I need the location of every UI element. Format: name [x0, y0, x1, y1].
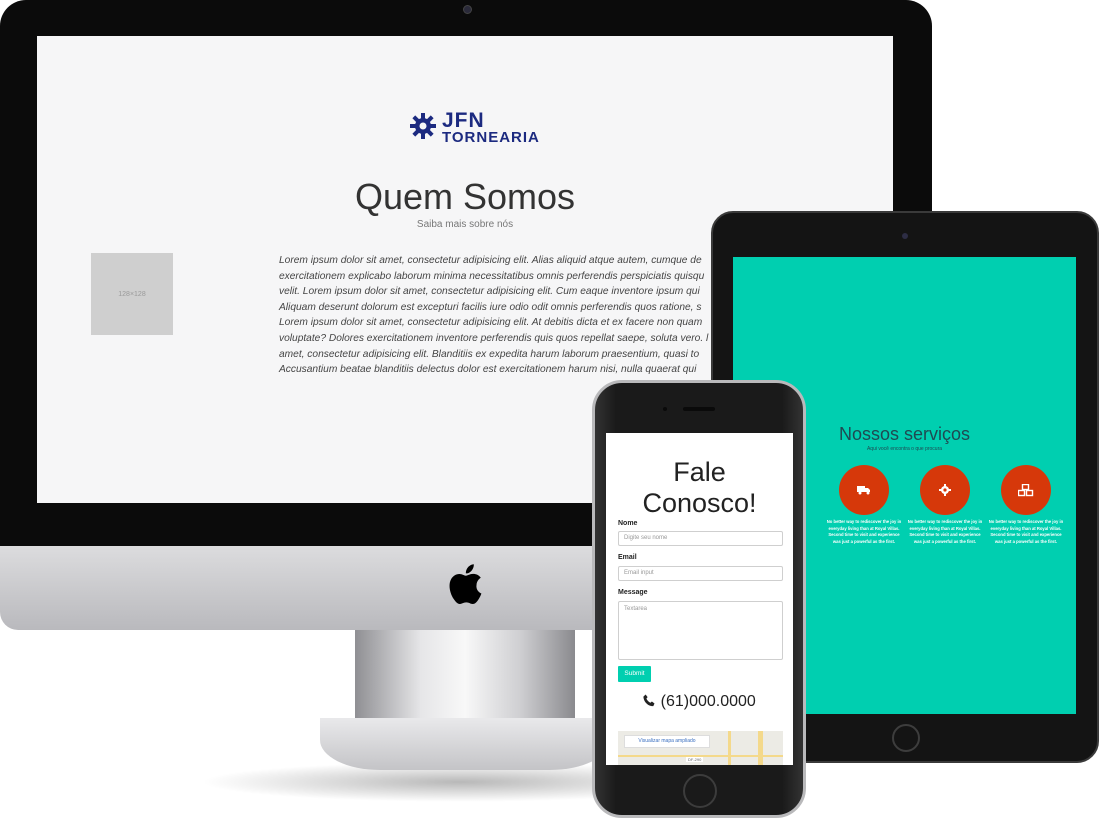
map-enlarge-button[interactable]: Visualizar mapa ampliado: [624, 735, 710, 748]
contact-title: Fale Conosco!: [606, 457, 793, 519]
map-road: [758, 731, 763, 765]
imac-stand-neck: [355, 630, 575, 720]
message-textarea[interactable]: Textarea: [618, 601, 783, 660]
tablet-camera: [902, 233, 908, 239]
phone-number-line: (61)000.0000: [606, 693, 793, 711]
apple-logo-icon: [449, 564, 482, 605]
phone-number: (61)000.0000: [660, 693, 756, 710]
email-label: Email: [618, 554, 637, 561]
service-text: No better way to rediscover the joy in e…: [907, 519, 983, 544]
phone-screen: Fale Conosco! Nome Digite seu nome Email…: [606, 433, 793, 765]
logo-text-tornearia: TORNEARIA: [442, 129, 540, 146]
gear-icon: [939, 484, 951, 496]
imac-camera: [463, 5, 472, 14]
service-text: No better way to rediscover the joy in e…: [988, 519, 1064, 544]
brand-logo[interactable]: JFN TORNEARIA: [410, 109, 570, 149]
imac-stand-foot: [320, 718, 610, 770]
map-road: [728, 731, 731, 765]
cubes-icon: [1018, 483, 1034, 496]
phone-camera: [663, 407, 667, 411]
email-input[interactable]: Email input: [618, 566, 783, 581]
truck-icon: [857, 486, 870, 495]
service-text: No better way to rediscover the joy in e…: [826, 519, 902, 544]
service-circle[interactable]: [1001, 465, 1051, 515]
name-input[interactable]: Digite seu nome: [618, 531, 783, 546]
phone-speaker: [683, 407, 715, 411]
map-road-tag: DF-290: [686, 757, 704, 762]
phone-frame: Fale Conosco! Nome Digite seu nome Email…: [592, 380, 806, 818]
contact-title-line: Conosco!: [642, 488, 757, 518]
phone-icon: [643, 694, 655, 707]
submit-button[interactable]: Submit: [618, 666, 651, 682]
image-placeholder: 128×128: [91, 253, 173, 335]
map-embed[interactable]: Visualizar mapa ampliado DF-290: [618, 731, 783, 765]
name-label: Nome: [618, 520, 638, 527]
gear-logo-icon: [410, 113, 436, 139]
message-label: Message: [618, 589, 648, 596]
contact-title-line: Fale: [673, 457, 726, 487]
tablet-home-button[interactable]: [892, 724, 920, 752]
service-circle[interactable]: [839, 465, 889, 515]
phone-home-button[interactable]: [683, 774, 717, 808]
service-circle[interactable]: [920, 465, 970, 515]
